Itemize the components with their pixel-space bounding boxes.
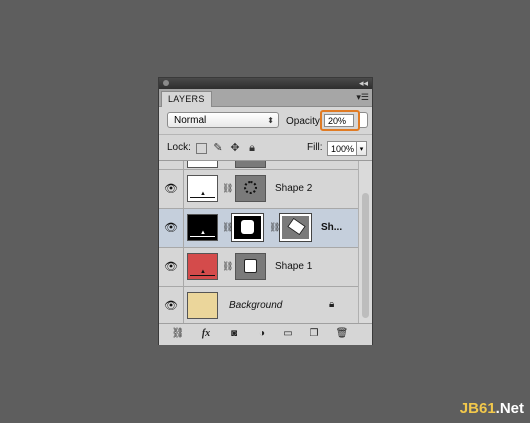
layer-name[interactable]: Sh... [321, 222, 342, 233]
watermark: JB61.Net [460, 400, 524, 417]
new-layer-icon[interactable]: ❐ [307, 327, 321, 341]
panel-bottom-toolbar: ⛓︎ fx ◙ ◑ ▭ ❐ 🗑︎ [159, 323, 372, 345]
new-group-icon[interactable]: ▭ [281, 327, 295, 341]
blend-mode-value: Normal [174, 115, 207, 126]
layer-row-selected[interactable]: 👁︎ ▲ ⛓︎ ⛓︎ Sh... [159, 209, 358, 248]
layer-row[interactable]: 👁︎ ▲ ⛓︎ Shape 2 [159, 170, 358, 209]
eye-icon[interactable]: 👁︎ [159, 248, 184, 286]
panel-menu-icon[interactable]: ▾☰ [356, 91, 369, 103]
layers-panel: ◂◂ LAYERS ▾☰ Normal ⬍ Opacity: 20% Lock:… [158, 77, 373, 345]
layer-mask-thumbnail[interactable] [235, 175, 266, 202]
lock-position-move-icon[interactable]: ✥ [229, 142, 241, 154]
layer-thumbnail: ▲ [187, 214, 218, 241]
select-arrows-icon: ⬍ [267, 116, 274, 125]
add-mask-icon[interactable]: ◙ [227, 327, 241, 341]
layer-thumbnail: ▲ [187, 175, 218, 202]
lock-all-icon[interactable]: 🔒︎ [246, 142, 258, 154]
lock-fill-bar: Lock: ✎ ✥ 🔒︎ Fill: 100% ▾ [159, 135, 372, 161]
layer-mask-thumbnail[interactable] [235, 253, 266, 280]
eye-icon[interactable]: 👁︎ [159, 287, 184, 323]
square-icon [244, 259, 257, 273]
lock-image-brush-icon[interactable]: ✎ [212, 142, 224, 154]
link-chain-icon[interactable]: ⛓︎ [269, 222, 280, 232]
circle-dots-icon [244, 181, 257, 194]
vector-mask-thumbnail[interactable] [279, 213, 312, 242]
link-chain-icon[interactable]: ⛓︎ [222, 222, 233, 232]
layer-thumbnail: ▲ [187, 253, 218, 280]
panel-titlebar[interactable]: ◂◂ [159, 78, 372, 89]
opacity-highlight: 20% [320, 110, 360, 131]
lock-label: Lock: [167, 142, 191, 153]
fill-label: Fill: [307, 142, 323, 153]
layer-mask-thumbnail [235, 161, 266, 168]
layers-list: ▲ 👁︎ ▲ ⛓︎ Shape 2 👁︎ ▲ ⛓︎ [159, 161, 358, 323]
thumbnail-baseline [190, 275, 215, 276]
triangle-icon: ▲ [200, 161, 206, 163]
layer-row-partial[interactable]: ▲ [159, 161, 358, 170]
panel-tab-row: LAYERS ▾☰ [159, 89, 372, 107]
eye-icon[interactable]: 👁︎ [159, 170, 184, 208]
layer-thumbnail [187, 292, 218, 319]
layer-thumbnail: ▲ [187, 161, 218, 168]
watermark-prefix: JB61 [459, 400, 496, 417]
layer-mask-thumbnail[interactable] [231, 213, 264, 242]
thumbnail-baseline [190, 236, 215, 237]
link-chain-icon[interactable]: ⛓︎ [222, 183, 233, 193]
opacity-input[interactable]: 20% [324, 114, 354, 127]
eye-icon[interactable]: 👁︎ [159, 209, 184, 247]
blend-opacity-bar: Normal ⬍ Opacity: 20% [159, 107, 372, 135]
tab-layers[interactable]: LAYERS [161, 91, 212, 107]
triangle-icon: ▲ [200, 230, 206, 236]
adjustment-layer-icon[interactable]: ◑ [255, 327, 269, 341]
fx-icon[interactable]: fx [199, 327, 213, 341]
triangle-icon: ▲ [200, 269, 206, 275]
layer-row[interactable]: 👁︎ Background 🔒︎ [159, 287, 358, 323]
watermark-suffix: .Net [495, 400, 524, 417]
fill-dropdown-button[interactable]: ▾ [357, 141, 367, 156]
layer-name[interactable]: Shape 1 [275, 261, 312, 272]
triangle-icon: ▲ [200, 191, 206, 197]
lock-transparent-icon[interactable] [196, 143, 207, 154]
close-dot-icon[interactable] [163, 80, 169, 86]
trash-icon[interactable]: 🗑︎ [335, 327, 349, 341]
link-chain-icon[interactable]: ⛓︎ [222, 261, 233, 271]
collapse-icon[interactable]: ◂◂ [359, 78, 368, 89]
opacity-label: Opacity: [286, 116, 323, 127]
scrollbar-thumb[interactable] [362, 193, 369, 318]
layer-row[interactable]: 👁︎ ▲ ⛓︎ Shape 1 [159, 248, 358, 287]
rounded-square-icon [241, 220, 254, 234]
link-layers-icon[interactable]: ⛓︎ [171, 327, 185, 341]
opacity-dropdown-button[interactable] [360, 112, 368, 128]
fill-input[interactable]: 100% [327, 141, 357, 156]
thumbnail-baseline [190, 197, 215, 198]
eye-icon[interactable] [159, 161, 184, 169]
rotated-shape-icon [287, 217, 306, 236]
layer-name[interactable]: Shape 2 [275, 183, 312, 194]
layers-scrollbar[interactable] [358, 161, 372, 323]
lock-icon: 🔒︎ [329, 299, 335, 310]
blend-mode-select[interactable]: Normal ⬍ [167, 112, 279, 128]
layer-name[interactable]: Background [229, 300, 282, 311]
